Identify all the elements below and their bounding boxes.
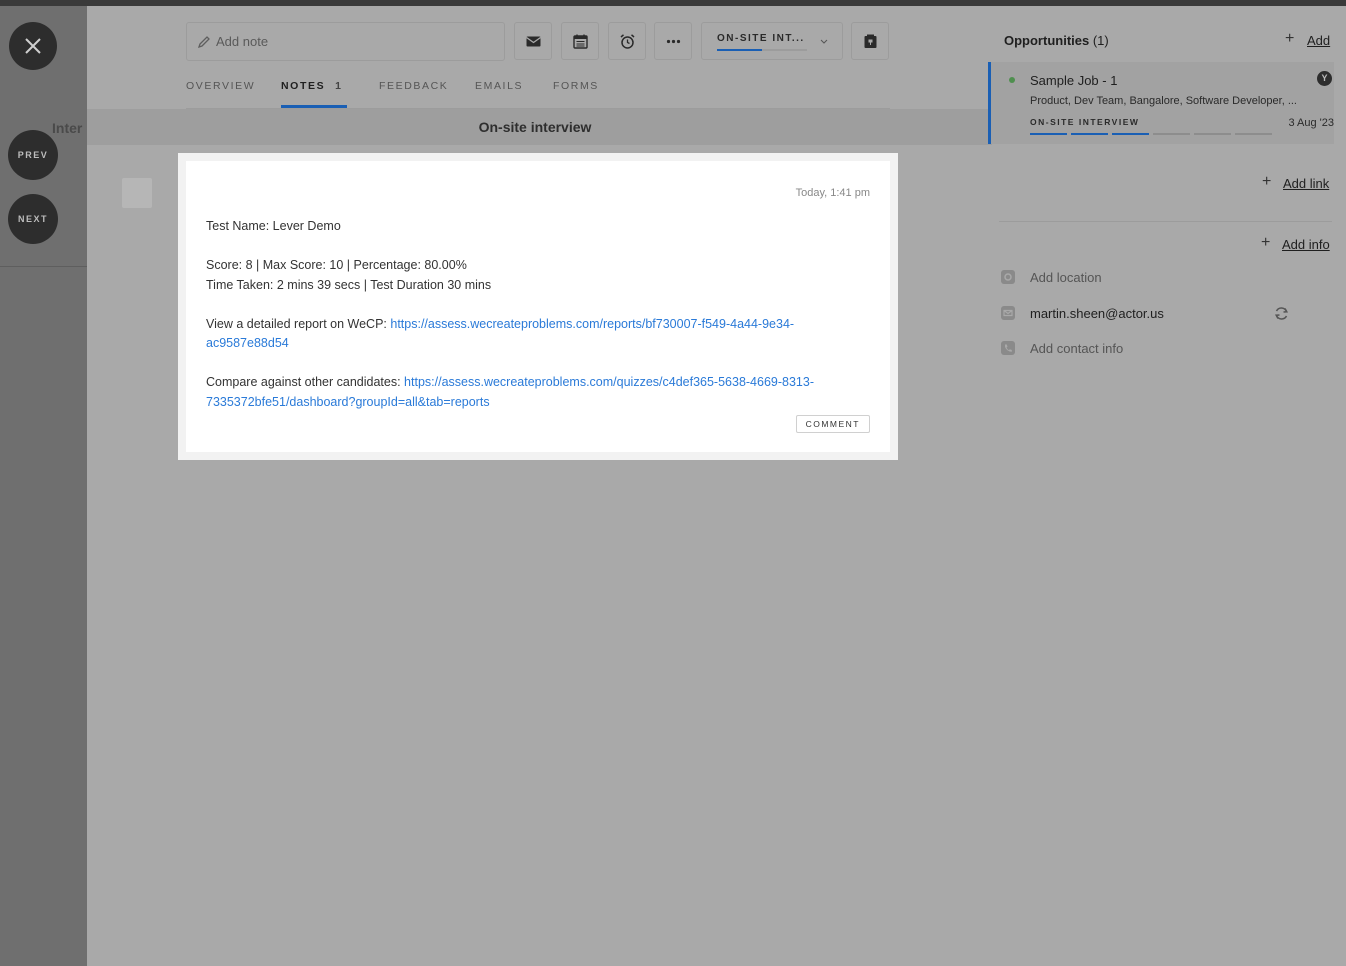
schedule-button[interactable] — [561, 22, 599, 60]
tab-emails-label: EMAILS — [475, 80, 524, 92]
note-compare-prefix: Compare against other candidates: — [206, 375, 405, 389]
archive-button[interactable] — [851, 22, 889, 60]
stage-header-title: On-site interview — [478, 119, 592, 135]
owner-avatar: Y — [1317, 71, 1332, 86]
progress-segment — [1112, 133, 1149, 135]
tab-forms-label: FORMS — [553, 80, 599, 92]
stage-dropdown[interactable]: ON-SITE INT... — [701, 22, 843, 60]
location-placeholder: Add location — [1030, 269, 1102, 285]
progress-segment — [1071, 133, 1108, 135]
tab-overview[interactable]: OVERVIEW — [186, 80, 255, 92]
note-test-name: Test Name: Lever Demo — [206, 219, 341, 233]
tab-notes-count: 1 — [335, 80, 343, 92]
tab-notes[interactable]: NOTES 1 — [281, 80, 343, 92]
email-icon — [1001, 306, 1015, 320]
prev-label: PREV — [17, 150, 49, 160]
note-compare-line: Compare against other candidates: https:… — [206, 373, 886, 412]
chevron-down-icon — [820, 39, 828, 44]
tab-overview-label: OVERVIEW — [186, 80, 256, 92]
contact-info-row[interactable]: Add contact info — [1000, 340, 1123, 356]
close-button[interactable] — [9, 22, 57, 70]
location-icon — [1001, 270, 1015, 284]
email-button[interactable] — [514, 22, 552, 60]
progress-segment — [1235, 133, 1272, 135]
background-heading: Inter — [52, 120, 83, 136]
archive-icon — [864, 34, 876, 48]
email-address: martin.sheen@actor.us — [1030, 305, 1164, 321]
pencil-icon — [197, 35, 210, 48]
plus-icon: + — [1285, 30, 1295, 47]
note-score-line: Score: 8 | Max Score: 10 | Percentage: 8… — [206, 258, 467, 272]
compare-link[interactable]: https://assess.wecreateproblems.com/quiz… — [404, 375, 814, 389]
calendar-icon — [572, 34, 588, 49]
stage-dropdown-label: ON-SITE INT... — [717, 33, 805, 44]
alarm-clock-icon — [620, 33, 634, 49]
opportunity-subtitle: Product, Dev Team, Bangalore, Software D… — [1030, 95, 1297, 107]
opportunities-count: (1) — [1092, 33, 1109, 48]
location-row[interactable]: Add location — [1000, 269, 1102, 285]
tab-emails[interactable]: EMAILS — [475, 80, 523, 92]
refresh-icon[interactable] — [1273, 305, 1290, 322]
note-report-prefix: View a detailed report on WeCP: — [206, 316, 391, 331]
email-row[interactable]: martin.sheen@actor.us — [1000, 305, 1164, 321]
compare-link-continued[interactable]: 7335372bfe51/dashboard?groupId=all&tab=r… — [206, 395, 490, 409]
background-checkbox — [122, 178, 152, 208]
report-link-continued[interactable]: ac9587e88d54 — [206, 336, 289, 350]
comment-button[interactable]: COMMENT — [795, 415, 870, 433]
add-info-button[interactable]: Add info — [1282, 237, 1330, 252]
note-time-line: Time Taken: 2 mins 39 secs | Test Durati… — [206, 277, 492, 292]
more-options-button[interactable] — [654, 22, 692, 60]
reminder-button[interactable] — [608, 22, 646, 60]
add-opportunity-link[interactable]: Add — [1307, 33, 1330, 48]
top-strip — [0, 0, 1346, 6]
tab-feedback-label: FEEDBACK — [379, 80, 449, 92]
tab-notes-label: NOTES — [281, 80, 326, 92]
plus-icon: + — [1261, 234, 1271, 251]
add-link-button[interactable]: Add link — [1283, 176, 1329, 191]
opportunity-stage: ON-SITE INTERVIEW — [1030, 117, 1140, 127]
more-icon — [666, 39, 680, 43]
phone-icon — [1001, 341, 1015, 355]
report-link[interactable]: https://assess.wecreateproblems.com/repo… — [390, 317, 794, 331]
plus-icon: + — [1262, 173, 1272, 190]
note-report-line: View a detailed report on WeCP: https://… — [206, 315, 886, 354]
opportunity-title: Sample Job - 1 — [1030, 73, 1118, 88]
stage-progress-bar — [717, 49, 807, 51]
progress-segment — [1030, 133, 1067, 135]
progress-segment — [1153, 133, 1190, 135]
add-note-input[interactable]: Add note — [186, 22, 505, 61]
note-detail-modal: Today, 1:41 pm Test Name: Lever Demo Sco… — [178, 153, 898, 460]
progress-segment — [1194, 133, 1231, 135]
opportunity-date: 3 Aug '23 — [1288, 117, 1334, 129]
stage-progress-fill — [717, 49, 762, 51]
opportunities-title-text: Opportunities — [1004, 33, 1090, 48]
stage-header: On-site interview — [87, 109, 992, 145]
tab-feedback[interactable]: FEEDBACK — [379, 80, 448, 92]
opportunities-title: Opportunities (1) — [1004, 33, 1109, 48]
note-body: Test Name: Lever Demo Score: 8 | Max Sco… — [206, 217, 886, 412]
prev-button[interactable]: PREV — [8, 130, 58, 180]
contact-placeholder: Add contact info — [1030, 340, 1124, 356]
add-note-placeholder: Add note — [216, 34, 269, 49]
note-timestamp: Today, 1:41 pm — [795, 187, 870, 199]
opportunity-card[interactable]: Sample Job - 1 Y Product, Dev Team, Bang… — [988, 62, 1334, 144]
mail-icon — [525, 36, 541, 46]
next-label: NEXT — [17, 214, 48, 224]
status-dot — [1009, 77, 1015, 83]
background-divider — [0, 266, 87, 267]
right-panel-divider — [999, 221, 1332, 222]
next-button[interactable]: NEXT — [8, 194, 58, 244]
close-icon — [25, 38, 41, 54]
tab-forms[interactable]: FORMS — [553, 80, 599, 92]
